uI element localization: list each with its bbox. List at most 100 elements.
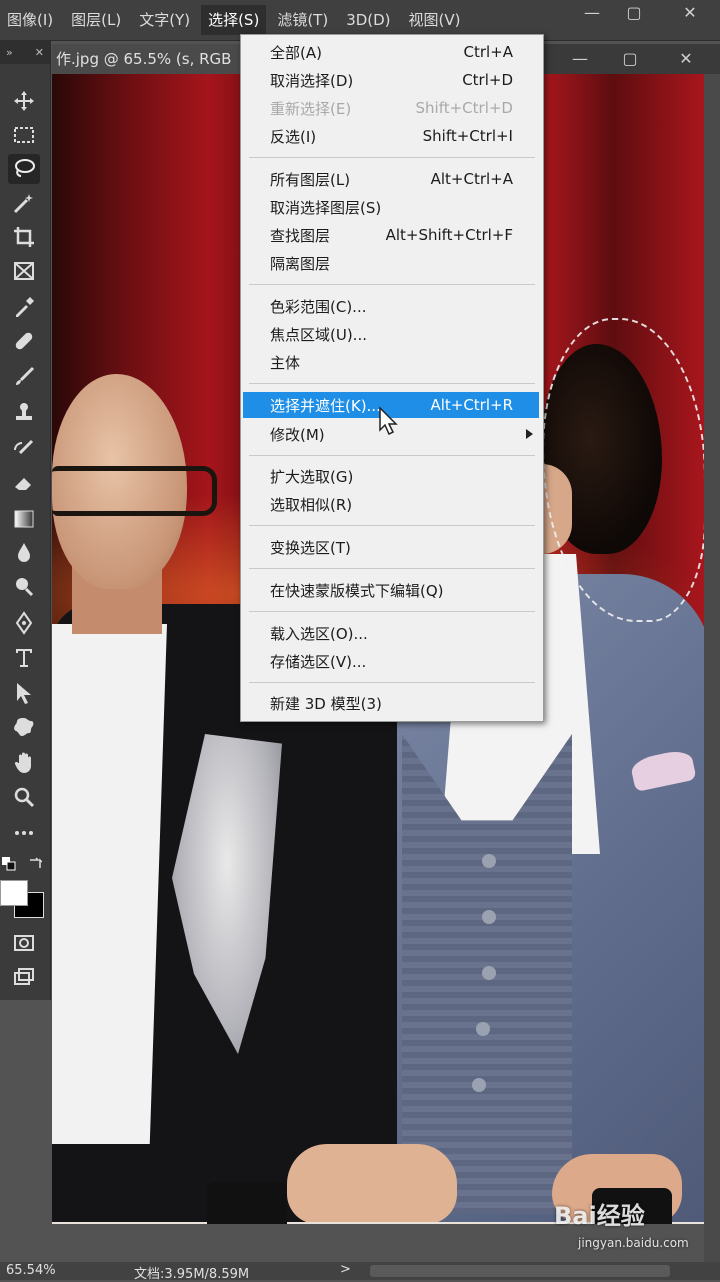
menu-item-label: 变换选区(T) <box>270 538 351 557</box>
doc-close-button[interactable]: ✕ <box>666 46 706 70</box>
type-tool-icon[interactable] <box>8 642 40 672</box>
healing-brush-tool-icon[interactable] <box>8 326 40 356</box>
menu-image[interactable]: 图像(I) <box>0 5 60 35</box>
menu-item-load-selection[interactable]: 载入选区(O)... <box>243 620 539 646</box>
quick-mask-icon[interactable] <box>8 928 40 958</box>
menu-item-label: 取消选择(D) <box>270 71 354 90</box>
photo-vest-button <box>476 1022 490 1036</box>
menu-item-label: 隔离图层 <box>270 254 331 273</box>
pen-tool-icon[interactable] <box>8 608 40 638</box>
default-colors-icon[interactable] <box>2 856 16 871</box>
menu-item-select-all[interactable]: 全部(A) Ctrl+A <box>243 39 539 65</box>
menu-select[interactable]: 选择(S) <box>201 5 267 35</box>
menu-item-new-3d-extrusion[interactable]: 新建 3D 模型(3) <box>243 690 539 716</box>
menu-item-label: 全部(A) <box>270 43 322 62</box>
brush-tool-icon[interactable] <box>8 362 40 392</box>
menu-item-color-range[interactable]: 色彩范围(C)... <box>243 293 539 319</box>
select-menu-dropdown: 全部(A) Ctrl+A 取消选择(D) Ctrl+D 重新选择(E) Shift+C… <box>240 34 544 722</box>
menu-item-quick-mask[interactable]: 在快速蒙版模式下编辑(Q) <box>243 577 539 603</box>
history-brush-tool-icon[interactable] <box>8 434 40 464</box>
menu-item-label: 载入选区(O)... <box>270 624 368 643</box>
menu-item-label: 色彩范围(C)... <box>270 297 367 316</box>
menu-item-shortcut: Shift+Ctrl+D <box>415 99 513 117</box>
menu-item-label: 修改(M) <box>270 425 325 444</box>
foreground-color-swatch[interactable] <box>0 880 28 906</box>
menu-item-label: 查找图层 <box>270 226 331 245</box>
zoom-tool-icon[interactable] <box>8 782 40 812</box>
status-menu-arrow-icon[interactable]: > <box>340 1262 351 1277</box>
path-selection-tool-icon[interactable] <box>8 678 40 708</box>
close-icon[interactable]: ✕ <box>35 46 44 59</box>
menu-item-find-layers[interactable]: 查找图层 Alt+Shift+Ctrl+F <box>243 222 539 248</box>
eraser-tool-icon[interactable] <box>8 468 40 498</box>
menu-item-all-layers[interactable]: 所有图层(L) Alt+Ctrl+A <box>243 166 539 192</box>
menu-item-label: 在快速蒙版模式下编辑(Q) <box>270 581 444 600</box>
menu-type[interactable]: 文字(Y) <box>132 5 197 35</box>
dodge-tool-icon[interactable] <box>8 572 40 602</box>
photo-vest-button <box>482 854 496 868</box>
magic-wand-tool-icon[interactable] <box>8 188 40 218</box>
menu-item-save-selection[interactable]: 存储选区(V)... <box>243 648 539 674</box>
menu-item-label: 所有图层(L) <box>270 170 351 189</box>
menu-item-reselect: 重新选择(E) Shift+Ctrl+D <box>243 95 539 121</box>
menu-separator <box>249 284 535 285</box>
doc-maximize-button[interactable]: ▢ <box>610 46 650 70</box>
swap-colors-icon[interactable] <box>28 856 43 870</box>
photo-person-left-shirt <box>52 624 167 1144</box>
zoom-level[interactable]: 65.54% <box>6 1263 56 1278</box>
lasso-tool-icon[interactable] <box>8 154 40 184</box>
move-tool-icon[interactable] <box>8 86 40 116</box>
menu-separator <box>249 157 535 158</box>
menu-item-transform-selection[interactable]: 变换选区(T) <box>243 534 539 560</box>
marquee-tool-icon[interactable] <box>8 120 40 150</box>
menu-3d[interactable]: 3D(D) <box>339 5 397 35</box>
menu-item-label: 扩大选取(G) <box>270 467 354 486</box>
eyedropper-tool-icon[interactable] <box>8 292 40 322</box>
tools-panel-header: » ✕ <box>0 40 50 64</box>
window-maximize-button[interactable]: ▢ <box>614 0 654 24</box>
gradient-tool-icon[interactable] <box>8 504 40 534</box>
menu-item-isolate-layers[interactable]: 隔离图层 <box>243 250 539 276</box>
clone-stamp-tool-icon[interactable] <box>8 398 40 428</box>
window-minimize-button[interactable]: — <box>572 0 612 24</box>
document-tab[interactable]: 作.jpg @ 65.5% (s, RGB <box>52 44 256 74</box>
menu-layer[interactable]: 图层(L) <box>64 5 128 35</box>
frame-tool-icon[interactable] <box>8 256 40 286</box>
menu-item-shortcut: Alt+Ctrl+R <box>430 396 513 414</box>
hand-tool-icon[interactable] <box>8 748 40 778</box>
photo-glasses <box>52 466 217 516</box>
menu-filter[interactable]: 滤镜(T) <box>270 5 335 35</box>
menu-item-shortcut: Ctrl+D <box>462 71 513 89</box>
menu-item-subject[interactable]: 主体 <box>243 349 539 375</box>
doc-minimize-button[interactable]: — <box>560 46 600 70</box>
window-close-button[interactable]: ✕ <box>670 0 710 24</box>
menu-item-shortcut: Alt+Shift+Ctrl+F <box>385 226 513 244</box>
menu-separator <box>249 455 535 456</box>
crop-tool-icon[interactable] <box>8 222 40 252</box>
photo-camera <box>207 1182 287 1224</box>
screen-mode-icon[interactable] <box>8 962 40 992</box>
menu-item-deselect[interactable]: 取消选择(D) Ctrl+D <box>243 67 539 93</box>
menu-separator <box>249 383 535 384</box>
collapse-icon[interactable]: » <box>6 46 13 59</box>
menu-item-focus-area[interactable]: 焦点区域(U)... <box>243 321 539 347</box>
status-bar: 65.54% 文档:3.95M/8.59M > <box>0 1262 720 1282</box>
custom-shape-tool-icon[interactable] <box>8 712 40 742</box>
horizontal-scrollbar[interactable] <box>370 1265 670 1277</box>
menu-separator <box>249 682 535 683</box>
more-tools-icon[interactable] <box>8 818 40 848</box>
watermark-brand: Bai经验 <box>554 1202 645 1230</box>
menu-item-label: 反选(I) <box>270 127 317 146</box>
submenu-arrow-icon <box>526 429 533 439</box>
menu-separator <box>249 568 535 569</box>
menu-item-similar[interactable]: 选取相似(R) <box>243 491 539 517</box>
menu-view[interactable]: 视图(V) <box>402 5 468 35</box>
menu-item-inverse[interactable]: 反选(I) Shift+Ctrl+I <box>243 123 539 149</box>
blur-tool-icon[interactable] <box>8 538 40 568</box>
mouse-pointer-icon <box>379 406 398 436</box>
vertical-scrollbar[interactable] <box>704 74 720 1262</box>
menu-item-grow[interactable]: 扩大选取(G) <box>243 463 539 489</box>
menu-item-deselect-layers[interactable]: 取消选择图层(S) <box>243 194 539 220</box>
watermark-logo: Bai经验 jingyan.baidu.com <box>554 1196 704 1258</box>
photo-vest-button <box>482 910 496 924</box>
